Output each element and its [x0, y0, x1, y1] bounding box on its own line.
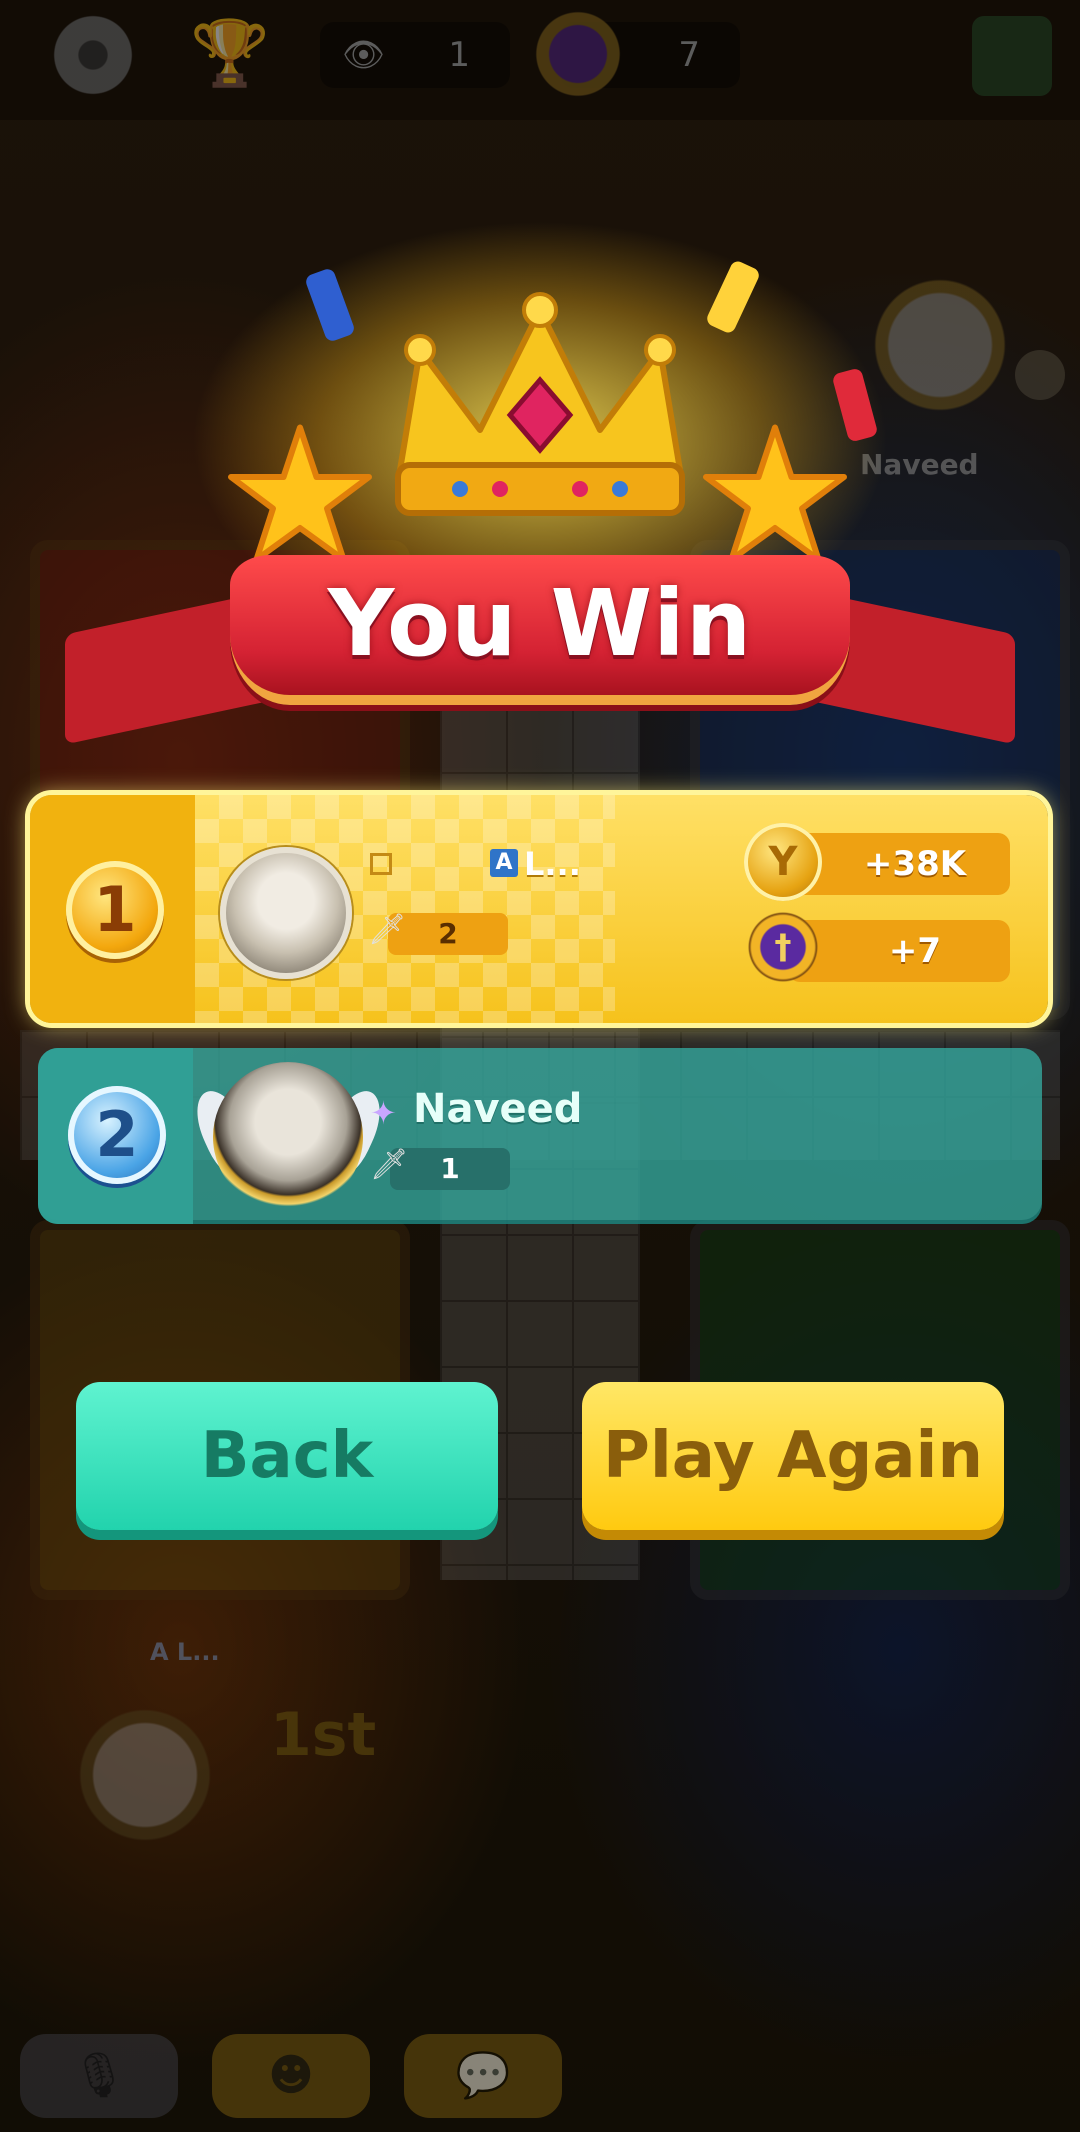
crown-icon: [395, 292, 685, 516]
sword-score: 2: [388, 913, 508, 955]
avatar: [220, 847, 352, 979]
star-icon: [228, 424, 372, 563]
sword-score: 1: [390, 1148, 510, 1190]
sword-icon: 🗡: [370, 1147, 409, 1182]
result-row-second: 2 ✦ Naveed 1 🗡: [38, 1048, 1042, 1224]
result-row-winner: 1 A L... 2 🗡 +38K Y +7 †: [30, 795, 1048, 1023]
trophy-reward-value: +7: [888, 931, 942, 971]
play-again-button[interactable]: Play Again: [582, 1382, 1004, 1530]
star-icon: [703, 424, 847, 563]
win-title: You Win: [327, 570, 753, 677]
sparkle-icon: ✦: [370, 1094, 397, 1132]
sword-icon: 🗡: [368, 912, 407, 947]
sword-badge-icon: †: [746, 910, 820, 984]
coin-reward-value: +38K: [863, 844, 967, 884]
player-badge: A: [490, 849, 518, 877]
coin-icon: Y: [744, 823, 822, 901]
trophy-reward: +7: [788, 920, 1010, 982]
player-name: L...: [524, 845, 581, 883]
avatar: [213, 1062, 363, 1212]
back-button[interactable]: Back: [76, 1382, 498, 1530]
rank-badge: 2: [68, 1086, 166, 1184]
rank-badge: 1: [66, 861, 164, 959]
player-name: Naveed: [413, 1086, 583, 1132]
frame-icon: [370, 853, 392, 875]
